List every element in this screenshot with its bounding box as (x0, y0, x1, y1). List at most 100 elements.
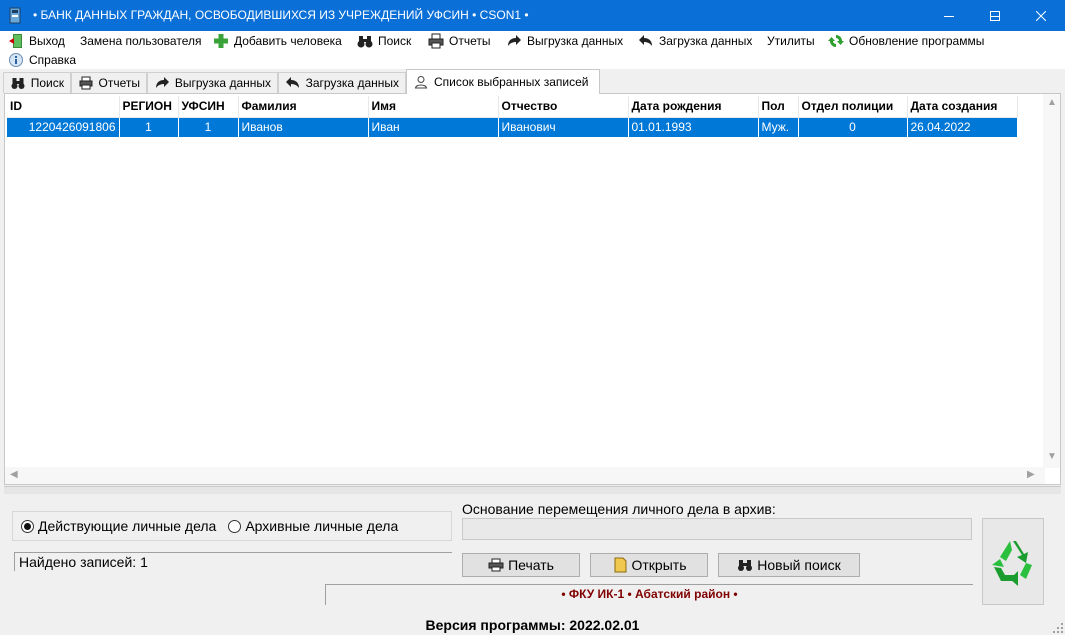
user-icon (413, 74, 429, 90)
arrow-right-icon (506, 33, 522, 49)
exit-door-icon (8, 33, 24, 49)
maximize-window-button[interactable] (972, 0, 1018, 31)
bottom-panel: Действующие личные дела Архивные личные … (0, 496, 1065, 616)
cell-id: 1220426091806 (7, 117, 120, 137)
vertical-scrollbar[interactable]: ▲ ▼ (1043, 94, 1060, 468)
app-icon (9, 7, 23, 24)
recycle-button[interactable] (982, 518, 1044, 605)
close-window-button[interactable] (1018, 0, 1064, 31)
tab-selected-records[interactable]: Список выбранных записей (406, 69, 600, 94)
arrow-left-icon (638, 33, 654, 49)
cell-patronymic: Иванович (498, 117, 629, 137)
menu-import-label: Загрузка данных (659, 34, 753, 48)
plus-icon (213, 33, 229, 49)
tab-reports-label: Отчеты (98, 76, 140, 90)
scroll-down-icon[interactable]: ▼ (1047, 451, 1057, 462)
archive-reason-field[interactable] (462, 518, 972, 540)
column-header-patronymic[interactable]: Отчество (498, 96, 629, 118)
column-header-ufsin[interactable]: УФСИН (178, 96, 239, 118)
column-header-id[interactable]: ID (7, 96, 120, 118)
new-search-button-label: Новый поиск (757, 557, 841, 573)
column-header-name[interactable]: Имя (368, 96, 499, 118)
column-header-police-dept[interactable]: Отдел полиции (798, 96, 908, 118)
binoculars-icon (357, 33, 373, 49)
active-records-radio[interactable]: Действующие личные дела (21, 518, 216, 534)
menu-bar: Выход Замена пользователя Добавить челов… (0, 31, 1065, 69)
title-bar: • БАНК ДАННЫХ ГРАЖДАН, ОСВОБОДИВШИХСЯ ИЗ… (0, 0, 1065, 31)
column-header-created[interactable]: Дата создания (907, 96, 1018, 118)
column-header-region[interactable]: РЕГИОН (119, 96, 179, 118)
recycle-icon (992, 540, 1032, 586)
column-header-surname[interactable]: Фамилия (238, 96, 369, 118)
cell-ufsin: 1 (178, 117, 239, 137)
window-title: • БАНК ДАННЫХ ГРАЖДАН, ОСВОБОДИВШИХСЯ ИЗ… (33, 8, 529, 22)
archive-records-label: Архивные личные дела (245, 518, 399, 534)
scroll-right-icon[interactable]: ▶ (1027, 469, 1035, 480)
minimize-window-button[interactable] (926, 0, 972, 31)
document-icon (612, 557, 628, 573)
scroll-left-icon[interactable]: ◀ (10, 469, 18, 480)
tab-export[interactable]: Выгрузка данных (147, 72, 278, 93)
record-type-filter: Действующие личные дела Архивные личные … (12, 511, 452, 541)
cell-police-dept: 0 (798, 117, 908, 137)
column-header-birthdate[interactable]: Дата рождения (628, 96, 759, 118)
menu-import[interactable]: Загрузка данных (638, 32, 752, 50)
menu-help-label: Справка (29, 53, 77, 67)
menu-change-user[interactable]: Замена пользователя (80, 32, 201, 50)
menu-export[interactable]: Выгрузка данных (506, 32, 623, 50)
info-icon (8, 52, 24, 68)
menu-reports[interactable]: Отчеты (428, 32, 490, 50)
print-button[interactable]: Печать (462, 553, 580, 577)
archive-records-radio[interactable]: Архивные личные дела (228, 518, 398, 534)
tab-import-label: Загрузка данных (305, 76, 399, 90)
splitter[interactable] (4, 486, 1061, 494)
radio-unselected-icon (228, 519, 242, 533)
table-header-row: ID РЕГИОН УФСИН Фамилия Имя Отчество Дат… (7, 96, 1018, 118)
close-icon (1036, 10, 1046, 21)
menu-add-person[interactable]: Добавить человека (213, 32, 342, 50)
open-button[interactable]: Открыть (590, 553, 708, 577)
menu-update[interactable]: Обновление программы (828, 32, 984, 50)
refresh-icon (828, 33, 844, 49)
cell-surname: Иванов (238, 117, 369, 137)
tab-reports[interactable]: Отчеты (71, 72, 147, 93)
minimize-icon (944, 15, 954, 17)
cell-region: 1 (119, 117, 179, 137)
menu-update-label: Обновление программы (849, 34, 985, 48)
column-header-sex[interactable]: Пол (758, 96, 799, 118)
tab-search[interactable]: Поиск (3, 72, 71, 93)
scroll-up-icon[interactable]: ▲ (1047, 97, 1057, 108)
printer-icon (78, 75, 94, 91)
menu-add-person-label: Добавить человека (234, 34, 342, 48)
tab-bar: Поиск Отчеты Выгрузка данных Загрузка да… (0, 69, 1065, 94)
radio-selected-icon (21, 519, 34, 533)
arrow-left-icon (285, 75, 301, 91)
table-row[interactable]: 1220426091806 1 1 Иванов Иван Иванович 0… (7, 117, 1018, 137)
menu-change-user-label: Замена пользователя (80, 34, 202, 48)
menu-exit[interactable]: Выход (8, 32, 65, 50)
tab-export-label: Выгрузка данных (174, 76, 271, 90)
horizontal-scrollbar[interactable]: ◀ ▶ (5, 467, 1045, 484)
cell-birthdate: 01.01.1993 (628, 117, 759, 137)
printer-icon (428, 33, 444, 49)
open-button-label: Открыть (631, 557, 687, 573)
cell-name: Иван (368, 117, 499, 137)
cell-created: 26.04.2022 (907, 117, 1018, 137)
menu-exit-label: Выход (29, 34, 65, 48)
maximize-icon (990, 10, 1000, 21)
tab-import[interactable]: Загрузка данных (278, 72, 406, 93)
print-button-label: Печать (508, 557, 554, 573)
menu-help[interactable]: Справка (8, 51, 76, 69)
printer-icon (488, 557, 504, 573)
binoculars-icon (10, 75, 26, 91)
records-table: ID РЕГИОН УФСИН Фамилия Имя Отчество Дат… (7, 96, 1045, 468)
tab-selected-records-label: Список выбранных записей (434, 75, 589, 89)
menu-reports-label: Отчеты (449, 34, 491, 48)
menu-search[interactable]: Поиск (357, 32, 411, 50)
menu-utilities[interactable]: Утилиты (767, 32, 815, 50)
menu-export-label: Выгрузка данных (527, 34, 624, 48)
new-search-button[interactable]: Новый поиск (718, 553, 860, 577)
binoculars-icon (737, 557, 753, 573)
version-status-bar: Версия программы: 2022.02.01 (425, 617, 640, 633)
resize-grip-icon[interactable] (1053, 623, 1063, 633)
